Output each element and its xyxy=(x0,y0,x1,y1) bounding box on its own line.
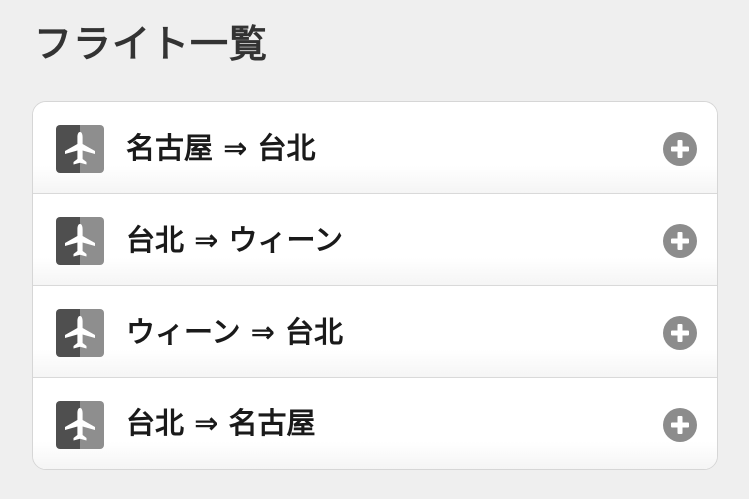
flight-route-label: 台北 ⇒ ウィーン xyxy=(126,223,344,257)
flight-route-label: ウィーン ⇒ 台北 xyxy=(126,315,344,349)
airplane-icon xyxy=(56,309,104,357)
airplane-icon xyxy=(56,401,104,449)
flight-list-item[interactable]: 名古屋 ⇒ 台北 xyxy=(33,102,717,194)
flight-route-label: 台北 ⇒ 名古屋 xyxy=(126,406,316,440)
flight-list-item[interactable]: 台北 ⇒ ウィーン xyxy=(33,194,717,286)
flight-route-label: 名古屋 ⇒ 台北 xyxy=(126,131,316,165)
add-circle-icon[interactable] xyxy=(663,408,697,442)
add-circle-icon[interactable] xyxy=(663,224,697,258)
add-circle-icon[interactable] xyxy=(663,132,697,166)
airplane-icon xyxy=(56,125,104,173)
page-title: フライト一覧 xyxy=(34,22,269,66)
flight-list-item[interactable]: 台北 ⇒ 名古屋 xyxy=(33,378,717,469)
airplane-icon xyxy=(56,217,104,265)
flight-list: 名古屋 ⇒ 台北 台北 ⇒ ウィーン ウィーン ⇒ 台北 台北 ⇒ 名古屋 xyxy=(32,101,718,470)
add-circle-icon[interactable] xyxy=(663,316,697,350)
flight-list-item[interactable]: ウィーン ⇒ 台北 xyxy=(33,286,717,378)
